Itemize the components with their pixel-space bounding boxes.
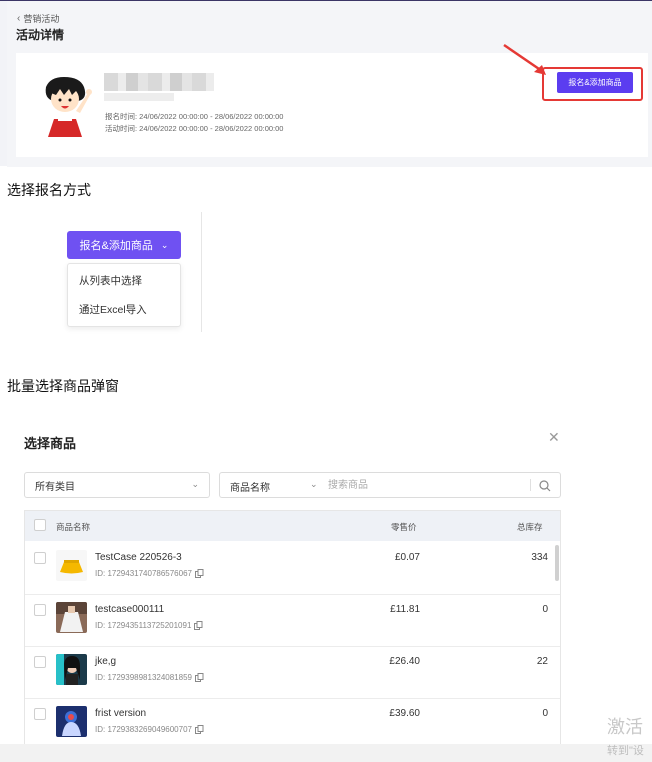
product-price: £11.81 xyxy=(390,604,420,615)
product-stock: 0 xyxy=(542,604,548,615)
product-id: ID: 1729431740786576067 xyxy=(95,569,204,578)
close-icon[interactable]: ✕ xyxy=(548,430,560,444)
copy-icon[interactable] xyxy=(194,673,204,682)
signup-add-products-button[interactable]: 报名&添加商品 xyxy=(557,72,633,93)
product-thumbnail-white-dress xyxy=(56,602,87,633)
product-price: £26.40 xyxy=(389,656,420,667)
table-row: jke,g ID: 1729398981324081859 £26.40 22 xyxy=(25,648,560,699)
table-row: TestCase 220526-3 ID: 172943174078657606… xyxy=(25,544,560,595)
copy-icon[interactable] xyxy=(194,569,204,578)
product-thumbnail-blue-figure xyxy=(56,706,87,737)
product-id-text: ID: 1729435113725201091 xyxy=(95,621,192,630)
search-field-select[interactable]: 商品名称 xyxy=(230,479,270,494)
search-group: 商品名称 ⌄ xyxy=(219,472,561,498)
event-time: 活动时间: 24/06/2022 00:00:00 - 28/06/2022 0… xyxy=(105,124,284,133)
row-checkbox[interactable] xyxy=(34,656,46,668)
avatar xyxy=(45,77,92,137)
table-header: 商品名称 零售价 总库存 xyxy=(25,511,560,541)
back-link-label: 营销活动 xyxy=(23,14,60,24)
product-name: TestCase 220526-3 xyxy=(95,552,182,563)
page-title: 活动详情 xyxy=(16,28,65,42)
product-thumbnail-yellow-skirt xyxy=(56,550,87,581)
product-stock: 22 xyxy=(536,656,548,667)
column-header-stock: 总库存 xyxy=(517,522,543,532)
modal-title: 选择商品 xyxy=(24,436,77,451)
table-row: frist version ID: 1729383269049600707 £3… xyxy=(25,700,560,746)
product-name: jke,g xyxy=(95,656,117,667)
dropdown-menu: 从列表中选择 通过Excel导入 xyxy=(67,263,181,327)
row-checkbox[interactable] xyxy=(34,552,46,564)
table-row: testcase000111 ID: 1729435113725201091 £… xyxy=(25,596,560,647)
copy-icon[interactable] xyxy=(194,725,204,734)
category-select[interactable]: 所有类目 ⌄ xyxy=(24,472,210,498)
product-stock: 334 xyxy=(531,552,548,563)
category-select-value: 所有类目 xyxy=(35,481,75,493)
product-price: £39.60 xyxy=(389,708,420,719)
menu-item-select-from-list[interactable]: 从列表中选择 xyxy=(79,273,142,288)
column-header-name: 商品名称 xyxy=(56,522,91,532)
section-heading-signup-method: 选择报名方式 xyxy=(7,182,91,198)
bottom-strip xyxy=(0,744,652,762)
product-table: 商品名称 零售价 总库存 TestCase 220526-3 ID: 17294… xyxy=(24,510,561,746)
product-id: ID: 1729435113725201091 xyxy=(95,621,203,630)
product-name: frist version xyxy=(95,708,147,719)
product-id-text: ID: 1729383269049600707 xyxy=(95,725,192,734)
product-id-text: ID: 1729431740786576067 xyxy=(95,569,192,578)
chevron-left-icon: ‹ xyxy=(17,13,21,24)
search-input[interactable] xyxy=(328,476,528,494)
campaign-subtitle-redacted xyxy=(104,93,174,101)
product-name: testcase000111 xyxy=(95,604,165,615)
product-id: ID: 1729398981324081859 xyxy=(95,673,204,682)
activation-watermark: 激活 xyxy=(607,717,643,737)
product-stock: 0 xyxy=(542,708,548,719)
row-checkbox[interactable] xyxy=(34,708,46,720)
select-all-checkbox[interactable] xyxy=(34,519,46,531)
section-heading-batch-select: 批量选择商品弹窗 xyxy=(7,378,119,394)
product-id-text: ID: 1729398981324081859 xyxy=(95,673,192,682)
chevron-down-icon: ⌄ xyxy=(160,239,169,250)
divider xyxy=(201,212,202,332)
activation-watermark-hint: 转到"设 xyxy=(607,745,644,757)
column-header-price: 零售价 xyxy=(391,522,417,532)
search-icon[interactable] xyxy=(538,479,552,493)
signup-add-products-dropdown[interactable]: 报名&添加商品 ⌄ xyxy=(67,231,181,259)
product-id: ID: 1729383269049600707 xyxy=(95,725,204,734)
product-price: £0.07 xyxy=(394,552,420,563)
menu-item-import-excel[interactable]: 通过Excel导入 xyxy=(79,302,147,317)
back-link[interactable]: ‹ 营销活动 xyxy=(17,12,59,25)
divider xyxy=(530,479,531,491)
row-checkbox[interactable] xyxy=(34,604,46,616)
campaign-name-redacted xyxy=(104,73,214,91)
campaign-detail-screenshot: ‹ 营销活动 活动详情 报名时间: 24/06/2022 00:00:00 - … xyxy=(0,0,652,167)
signup-time: 报名时间: 24/06/2022 00:00:00 - 28/06/2022 0… xyxy=(105,112,284,121)
dropdown-label: 报名&添加商品 xyxy=(79,240,153,252)
chevron-down-icon: ⌄ xyxy=(310,479,318,489)
table-scrollbar[interactable] xyxy=(555,545,559,581)
copy-icon[interactable] xyxy=(194,621,203,630)
product-thumbnail-portrait-photo xyxy=(56,654,87,685)
chevron-down-icon: ⌄ xyxy=(191,479,199,489)
